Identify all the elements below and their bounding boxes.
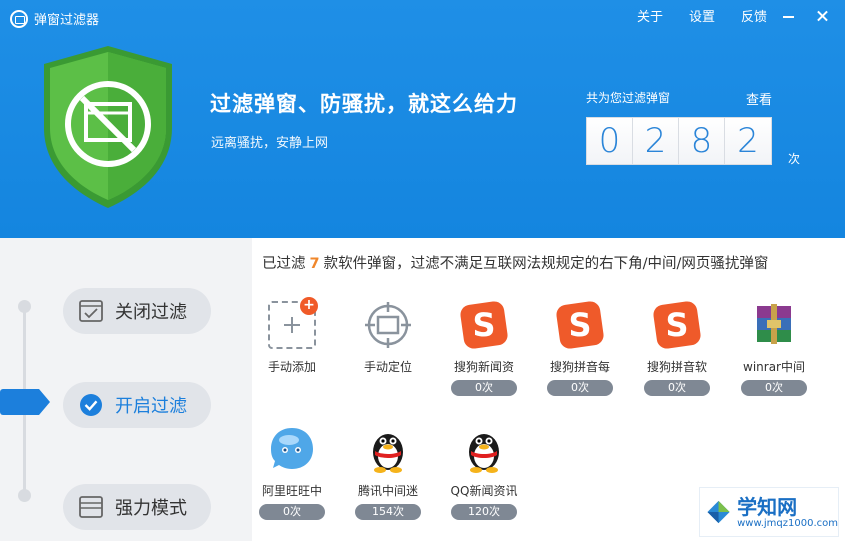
- qq-penguin-icon: [373, 434, 403, 473]
- popup-count-badge: 154次: [355, 504, 421, 520]
- popup-count-badge: 0次: [741, 380, 807, 396]
- mode-strong-label: 强力模式: [115, 498, 187, 519]
- mode-off-button[interactable]: 关闭过滤: [63, 288, 211, 334]
- hero-headline: 过滤弹窗、防骚扰，就这么给力: [210, 92, 518, 116]
- app-item-manual-locate[interactable]: 手动定位: [348, 298, 428, 375]
- sogou-icon: S: [556, 301, 604, 349]
- qq-penguin-icon: [469, 434, 499, 473]
- app-icon-wrap: [361, 422, 415, 476]
- popup-count-badge: 0次: [547, 380, 613, 396]
- title-bar: 弹窗过滤器: [10, 9, 99, 28]
- close-icon[interactable]: [811, 7, 835, 25]
- app-name: 搜狗拼音软: [646, 360, 707, 374]
- app-item-manual-add[interactable]: + 手动添加: [252, 297, 332, 375]
- summary-prefix: 已过滤: [262, 256, 306, 272]
- add-icon: +: [268, 297, 318, 349]
- window-layers-icon: [79, 496, 103, 518]
- app-item-qq-news[interactable]: QQ新闻资讯 120次: [444, 422, 524, 520]
- counter-digit: 8: [679, 118, 725, 164]
- app-name: 手动添加: [267, 360, 316, 374]
- svg-text:S: S: [568, 306, 591, 344]
- site-watermark: 学知网 www.jmqz1000.com: [699, 487, 839, 537]
- app-name: 搜狗拼音每: [549, 360, 610, 374]
- popup-count-badge: 120次: [451, 504, 517, 520]
- mode-on-label: 开启过滤: [115, 396, 187, 417]
- app-item-aliwangwang[interactable]: 阿里旺旺中 0次: [252, 422, 332, 520]
- summary-suffix: 款软件弹窗，过滤不满足互联网法规规定的右下角/中间/网页骚扰弹窗: [323, 256, 769, 272]
- counter-label: 共为您过滤弹窗: [586, 91, 671, 105]
- app-icon-wrap: S: [553, 298, 607, 352]
- top-menu: 关于 设置 反馈: [611, 6, 835, 25]
- app-name: 搜狗新闻资: [453, 360, 514, 374]
- app-name: QQ新闻资讯: [450, 484, 518, 498]
- watermark-title: 学知网: [737, 494, 798, 519]
- app-name: winrar中间: [743, 360, 805, 374]
- menu-feedback[interactable]: 反馈: [741, 6, 767, 25]
- mode-on-button[interactable]: 开启过滤: [63, 382, 211, 428]
- popup-count-badge: 0次: [644, 380, 710, 396]
- header-banner: 弹窗过滤器 关于 设置 反馈 过滤弹窗、防骚扰，就这么给力 远离骚扰，安静上网 …: [0, 0, 845, 238]
- mode-off-label: 关闭过滤: [115, 302, 187, 323]
- app-title: 弹窗过滤器: [34, 13, 100, 28]
- sogou-icon: S: [653, 301, 701, 349]
- mode-sidebar: 关闭过滤 开启过滤 强力模式: [0, 238, 252, 541]
- app-item-sogou-pinyin-soft[interactable]: S 搜狗拼音软 0次: [637, 298, 717, 396]
- app-item-winrar[interactable]: winrar中间 0次: [734, 298, 814, 396]
- track-dot: [18, 300, 31, 313]
- menu-settings[interactable]: 设置: [689, 6, 715, 25]
- shield-block-icon: [44, 46, 172, 208]
- svg-text:S: S: [472, 306, 495, 344]
- filter-summary: 已过滤 7 款软件弹窗，过滤不满足互联网法规规定的右下角/中间/网页骚扰弹窗: [262, 252, 768, 273]
- track-dot: [18, 489, 31, 502]
- counter-digit: 2: [633, 118, 679, 164]
- app-name: 阿里旺旺中: [261, 484, 322, 498]
- app-name: 手动定位: [363, 360, 412, 374]
- app-name: 腾讯中间迷: [357, 484, 418, 498]
- menu-about[interactable]: 关于: [637, 6, 663, 25]
- app-item-sogou-pinyin-daily[interactable]: S 搜狗拼音每 0次: [540, 298, 620, 396]
- check-circle-icon: [80, 394, 102, 416]
- sogou-icon: S: [460, 301, 508, 349]
- app-icon-wrap: [457, 422, 511, 476]
- counter-digit: 2: [725, 118, 771, 164]
- counter-unit: 次: [788, 152, 801, 166]
- app-item-tencent-mini[interactable]: 腾讯中间迷 154次: [348, 422, 428, 520]
- view-link[interactable]: 查看: [746, 89, 772, 108]
- popup-count-badge: 0次: [451, 380, 517, 396]
- watermark-url: www.jmqz1000.com: [737, 517, 838, 529]
- winrar-icon: [757, 304, 791, 344]
- svg-text:S: S: [665, 306, 688, 344]
- add-plus-badge: +: [300, 297, 318, 315]
- minimize-icon[interactable]: [777, 7, 801, 25]
- app-icon-wrap: [747, 298, 801, 352]
- counter-digit: 0: [587, 118, 633, 164]
- watermark-text: 学知网 www.jmqz1000.com: [737, 496, 838, 529]
- popup-count-badge: 0次: [259, 504, 325, 520]
- hero-subline: 远离骚扰，安静上网: [211, 136, 329, 151]
- watermark-logo-icon: [707, 500, 730, 524]
- filtered-count: 7: [309, 256, 320, 272]
- filter-counter: 0 2 8 2: [586, 117, 772, 165]
- app-icon-wrap: +: [265, 297, 319, 352]
- app-item-sogou-news[interactable]: S 搜狗新闻资 0次: [444, 298, 524, 396]
- mode-strong-button[interactable]: 强力模式: [63, 484, 211, 530]
- crosshair-icon: [365, 302, 411, 348]
- aliwangwang-icon: [271, 428, 313, 469]
- window-check-icon: [79, 300, 103, 322]
- app-icon-wrap: S: [650, 298, 704, 352]
- app-icon-wrap: [361, 298, 415, 352]
- app-icon-wrap: S: [457, 298, 511, 352]
- app-icon-wrap: [265, 422, 319, 476]
- app-logo-icon: [10, 9, 28, 28]
- mode-pointer[interactable]: [0, 389, 50, 415]
